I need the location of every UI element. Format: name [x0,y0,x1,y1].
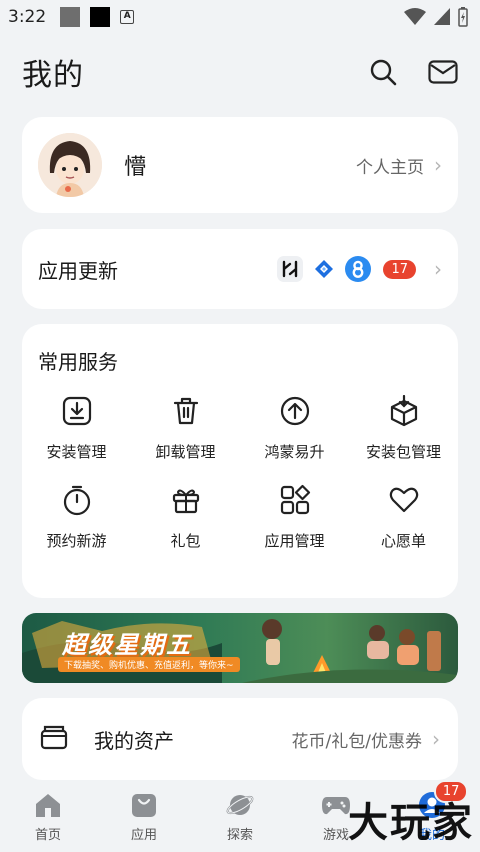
banner-subtitle: 下载抽奖、购机优惠、充值返利，等你来~ [58,657,240,672]
service-label: 安装管理 [46,443,107,461]
profile-card[interactable]: 懵 个人主页 › [22,117,458,213]
notification-icon [60,7,81,27]
app-icon [311,256,338,282]
status-bar: 3:22 A [0,0,480,34]
chevron-right-icon: › [434,257,442,281]
service-gift[interactable]: 礼包 [131,482,240,551]
service-label: 心愿单 [380,532,426,550]
service-label: 卸载管理 [155,443,216,461]
tab-apps[interactable]: 应用 [96,780,192,852]
bag-icon [129,790,159,820]
signal-icon [434,8,450,25]
service-install[interactable]: 安装管理 [22,393,131,462]
assets-link-label: 花币/礼包/优惠券 [291,731,422,752]
service-label: 安装包管理 [365,443,441,461]
apps-icon [277,482,313,518]
tab-label: 游戏 [322,828,349,843]
assets-link[interactable]: 花币/礼包/优惠券 › [292,727,440,752]
wifi-icon [404,8,426,25]
avatar[interactable] [38,133,102,197]
status-right [404,7,468,27]
tab-label: 应用 [130,828,157,843]
upgrade-icon [277,393,313,429]
service-uninstall[interactable]: 卸载管理 [131,393,240,462]
app-icon [345,256,372,282]
wallet-icon [40,724,68,754]
services-card: 常用服务 安装管理 卸载管理 鸿蒙易升 安装包管理 预约新游 礼包 应用管理 心… [22,324,458,598]
watermark: 大玩家 [348,799,474,846]
service-label: 应用管理 [264,532,325,550]
profile-link[interactable]: 个人主页 › [356,153,442,178]
page-title: 我的 [22,58,84,93]
app-icon [277,256,304,282]
tab-label: 首页 [34,828,61,843]
assets-card[interactable]: 我的资产 花币/礼包/优惠券 › [22,698,458,780]
tab-explore[interactable]: 探索 [192,780,288,852]
planet-icon [225,790,255,820]
service-upgrade[interactable]: 鸿蒙易升 [240,393,349,462]
chevron-right-icon: › [432,727,440,751]
gift-icon [168,482,204,518]
services-title: 常用服务 [38,350,118,374]
profile-link-label: 个人主页 [356,157,424,178]
trash-icon [168,393,204,429]
service-app-manage[interactable]: 应用管理 [240,482,349,551]
service-reserve[interactable]: 预约新游 [22,482,131,551]
service-label: 鸿蒙易升 [264,443,325,461]
service-label: 预约新游 [46,532,107,550]
mail-icon[interactable] [428,57,458,87]
username: 懵 [124,155,147,180]
app-updates-card[interactable]: 应用更新 17 › [22,229,458,309]
tab-label: 探索 [226,828,253,843]
search-icon[interactable] [368,57,398,87]
timer-icon [59,482,95,518]
promo-banner[interactable]: 超级星期五 下载抽奖、购机优惠、充值返利，等你来~ [22,613,458,683]
home-icon [33,790,63,820]
banner-title: 超级星期五 [62,631,192,659]
battery-icon [458,7,468,27]
service-wishlist[interactable]: 心愿单 [349,482,458,551]
keyboard-icon: A [120,10,135,24]
app-updates-label: 应用更新 [38,258,118,283]
service-package[interactable]: 安装包管理 [349,393,458,462]
assets-label: 我的资产 [94,728,174,753]
tab-home[interactable]: 首页 [0,780,96,852]
heart-icon [386,482,422,518]
status-time: 3:22 [8,7,47,27]
notification-icon [90,7,111,27]
install-icon [59,393,95,429]
update-count-badge: 17 [383,259,416,279]
gamepad-icon [321,790,351,820]
page-header: 我的 [0,44,480,100]
chevron-right-icon: › [434,153,442,177]
package-icon [386,393,422,429]
service-label: 礼包 [170,532,201,550]
